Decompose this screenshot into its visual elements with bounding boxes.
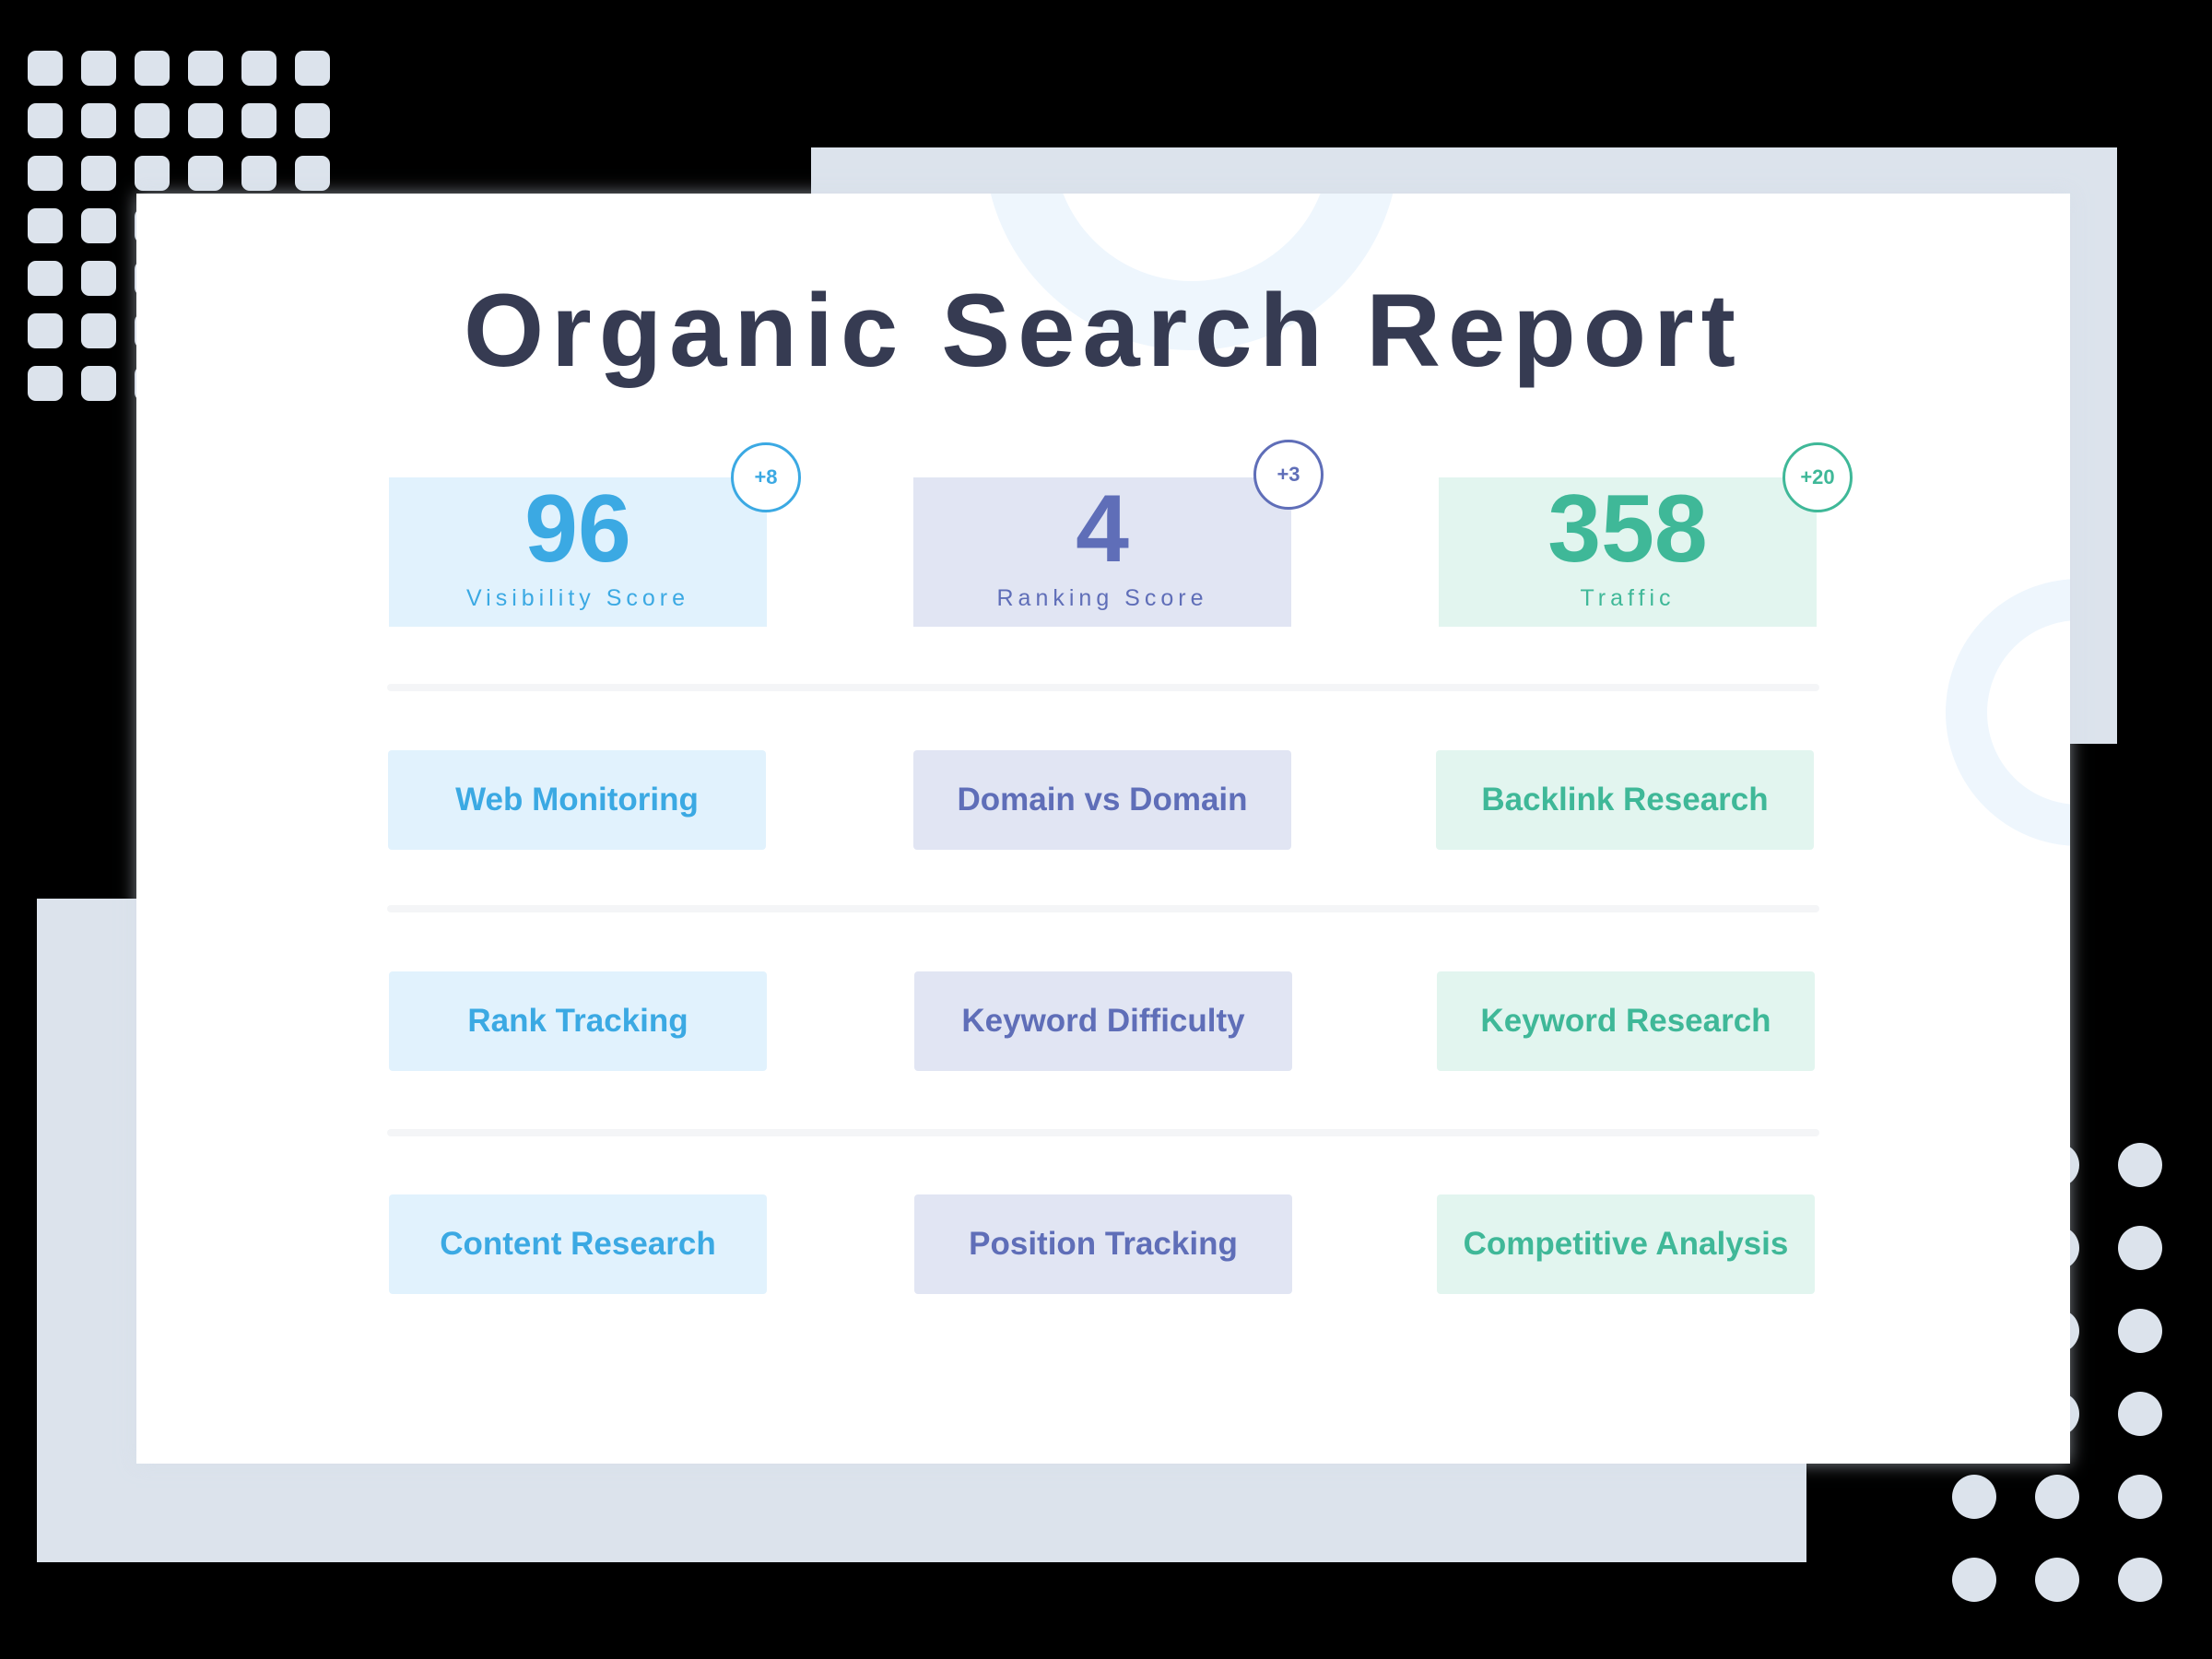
stat-card-traffic: 358 Traffic [1439,477,1817,627]
divider [387,905,1819,912]
position-tracking-button[interactable]: Position Tracking [914,1194,1292,1294]
domain-vs-domain-button[interactable]: Domain vs Domain [913,750,1291,850]
change-badge: +8 [731,442,801,512]
stat-card-visibility: 96 Visibility Score [389,477,767,627]
stat-value: 4 [1076,476,1129,582]
stat-value: 96 [524,476,631,582]
stat-label: Ranking Score [996,585,1208,611]
keyword-research-button[interactable]: Keyword Research [1437,971,1815,1071]
divider [387,684,1819,691]
stat-label: Visibility Score [465,585,690,611]
competitive-analysis-button[interactable]: Competitive Analysis [1437,1194,1815,1294]
stat-card-ranking: 4 Ranking Score [913,477,1291,627]
stat-value: 358 [1547,476,1708,582]
backlink-research-button[interactable]: Backlink Research [1436,750,1814,850]
change-badge: +20 [1783,442,1853,512]
content-research-button[interactable]: Content Research [389,1194,767,1294]
web-monitoring-button[interactable]: Web Monitoring [388,750,766,850]
divider [387,1129,1819,1136]
rank-tracking-button[interactable]: Rank Tracking [389,971,767,1071]
report-card: Organic Search Report 96 Visibility Scor… [136,194,2070,1464]
keyword-difficulty-button[interactable]: Keyword Difficulty [914,971,1292,1071]
stat-label: Traffic [1580,585,1676,611]
page-title: Organic Search Report [464,273,1743,388]
decor-ring-right [1946,579,2070,846]
change-badge: +3 [1253,440,1324,510]
